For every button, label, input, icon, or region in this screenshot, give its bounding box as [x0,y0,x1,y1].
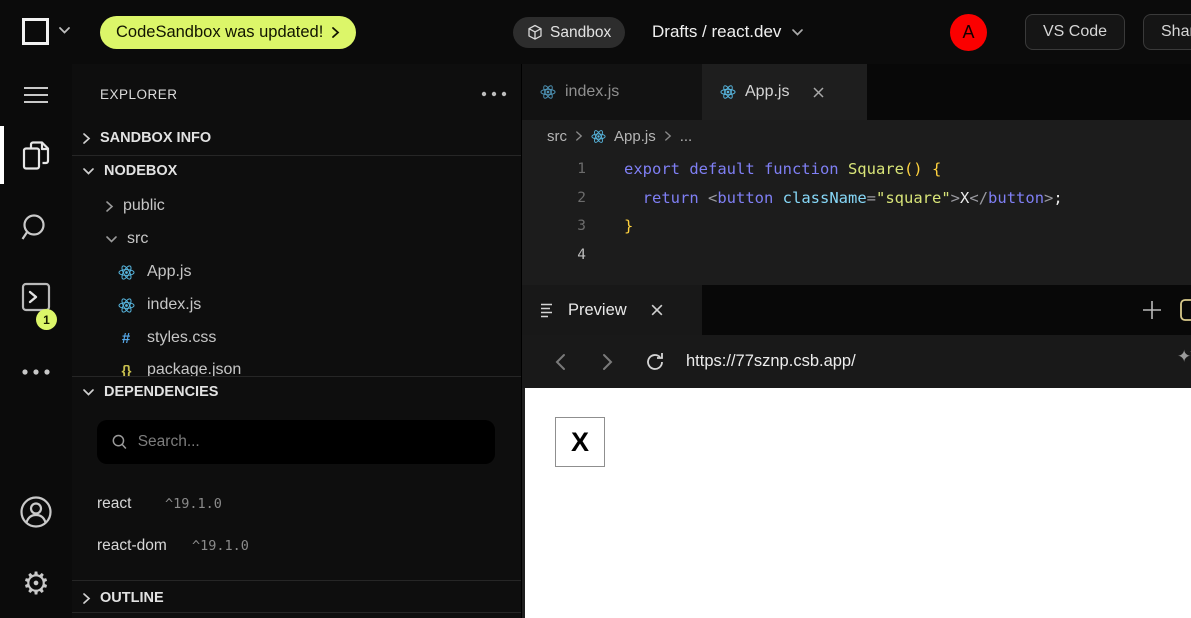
divider [72,155,521,156]
code-line: 2 return <button className="square">X</b… [522,184,1191,213]
section-outline[interactable]: OUTLINE [72,584,521,612]
file-app-js[interactable]: App.js [72,257,521,287]
add-panel-icon[interactable] [1140,298,1164,322]
file-styles-css[interactable]: # styles.css [72,323,521,353]
activity-bar: 1 ⚙ [0,64,72,618]
top-bar: CodeSandbox was updated! Sandbox Drafts … [0,0,1191,64]
code-line: 3} [522,212,1191,241]
code-editor[interactable]: 1export default function Square() {2 ret… [522,152,1191,285]
update-banner[interactable]: CodeSandbox was updated! [100,16,356,49]
chevron-down-icon [105,235,118,244]
avatar[interactable]: A [950,14,987,51]
tab-app-js[interactable]: App.js [702,64,867,120]
json-file-icon: {} [114,362,138,376]
react-file-icon [720,84,736,100]
breadcrumb-chevron-down-icon [791,28,804,37]
css-file-icon: # [114,330,138,347]
explorer-more-icon[interactable] [481,91,507,97]
preview-frame: X [522,388,1191,618]
tab-preview[interactable]: Preview [522,285,702,335]
files-icon[interactable] [18,138,54,174]
divider [72,580,521,581]
account-icon[interactable] [18,494,54,530]
sparkle-icon[interactable]: ✦✦ [1177,347,1191,367]
folder-public[interactable]: public [72,191,521,221]
divider [72,612,521,613]
share-button-label: Share [1161,23,1191,41]
cube-icon [527,24,543,41]
chevron-right-icon [575,130,583,142]
close-tab-icon[interactable] [812,86,825,99]
vscode-button-label: VS Code [1043,23,1107,41]
file-index-js[interactable]: index.js [72,290,521,320]
folder-src[interactable]: src [72,224,521,254]
forward-icon[interactable] [591,353,625,371]
editor-column: index.js App.js src App.js ... 1export d… [521,64,1191,618]
menu-hamburger-icon[interactable] [18,77,54,113]
preview-list-icon [540,303,557,318]
breadcrumb-file: App.js [614,128,656,145]
chevron-right-icon [664,130,672,142]
sandbox-badge[interactable]: Sandbox [513,17,625,48]
editor-breadcrumb[interactable]: src App.js ... [522,120,1191,152]
file-package-json-clipped[interactable]: {} package.json [72,355,521,376]
section-sandbox-info[interactable]: SANDBOX INFO [72,124,521,152]
dependency-react-dom[interactable]: react-dom ^19.1.0 [72,534,521,558]
react-file-icon [591,129,606,144]
project-breadcrumb-label: Drafts / react.dev [652,22,781,42]
layout-icon[interactable] [1180,299,1191,321]
chevron-down-icon [82,388,95,397]
project-breadcrumb[interactable]: Drafts / react.dev [652,0,804,64]
logo-chevron-down-icon[interactable] [58,26,71,35]
explorer-header: EXPLORER [100,82,507,106]
search-icon [111,433,128,451]
dependencies-search [97,420,495,464]
refresh-icon[interactable] [638,352,672,372]
section-nodebox[interactable]: NODEBOX [72,157,521,185]
active-view-indicator [0,126,4,184]
terminal-badge: 1 [36,309,57,330]
dependency-react[interactable]: react ^19.1.0 [72,492,521,516]
share-button[interactable]: Share [1143,14,1191,50]
explorer-sidebar: EXPLORER SANDBOX INFO NODEBOX public src… [72,64,521,618]
dependencies-search-input[interactable] [138,433,481,451]
divider [72,376,521,377]
react-file-icon [114,297,138,314]
breadcrumb-dir: src [547,128,567,145]
close-preview-icon[interactable] [650,303,664,317]
search-icon[interactable] [18,210,54,246]
chevron-right-icon [82,132,91,145]
chevron-right-icon [331,26,340,39]
chevron-right-icon [82,592,91,605]
vscode-button[interactable]: VS Code [1025,14,1125,50]
sandbox-badge-label: Sandbox [550,24,611,42]
preview-square-button[interactable]: X [555,417,605,467]
preview-urlbar: https://77sznp.csb.app/ ✦✦ [522,335,1191,388]
code-line: 1export default function Square() { [522,155,1191,184]
settings-gear-icon[interactable]: ⚙ [18,566,54,602]
terminal-badge-count: 1 [43,313,50,327]
back-icon[interactable] [543,353,577,371]
code-lines: 1export default function Square() {2 ret… [522,155,1191,269]
avatar-initial: A [962,22,974,43]
code-line: 4 [522,241,1191,270]
preview-url[interactable]: https://77sznp.csb.app/ [686,352,856,371]
breadcrumb-more: ... [680,128,693,145]
tab-index-js[interactable]: index.js [522,64,702,120]
explorer-title: EXPLORER [100,87,178,102]
chevron-right-icon [105,200,114,213]
preview-tabstrip: Preview [522,285,1191,335]
codesandbox-logo[interactable] [22,18,49,45]
section-dependencies[interactable]: DEPENDENCIES [72,378,521,406]
react-file-icon [540,84,556,100]
main-area: 1 ⚙ EXPLORER SANDBOX INFO NODEBOX [0,64,1191,618]
react-file-icon [114,264,138,281]
editor-tabstrip: index.js App.js [522,64,1191,120]
more-icon[interactable] [18,354,54,390]
update-banner-label: CodeSandbox was updated! [116,23,323,42]
chevron-down-icon [82,167,95,176]
